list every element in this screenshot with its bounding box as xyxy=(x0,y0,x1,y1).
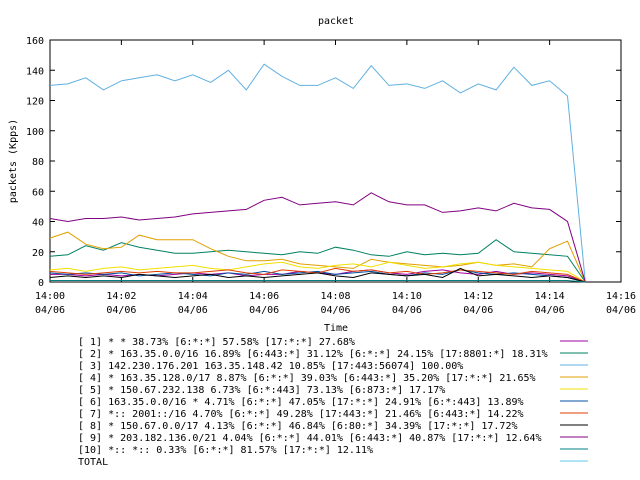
y-tick-label: 80 xyxy=(32,157,44,168)
chart-title: packet xyxy=(318,16,354,27)
x-tick-date-label: 04/06 xyxy=(106,305,136,316)
legend-label: [ 6] 163.35.0.0/16 * 4.71% [6:*:*] 47.05… xyxy=(78,397,524,408)
y-tick-label: 0 xyxy=(38,278,44,289)
legend-label: [ 3] 142.230.176.201 163.35.148.42 10.85… xyxy=(78,361,463,372)
x-tick-label: 14:00 xyxy=(35,291,65,302)
y-tick-label: 20 xyxy=(32,248,44,259)
chart: packet 0 20 40 60 80 100 120 140 160 14:00 04/06 1… xyxy=(8,16,636,468)
x-tick-date-label: 04/06 xyxy=(178,305,208,316)
y-tick-label: 60 xyxy=(32,187,44,198)
legend-label: [ 1] * * 38.73% [6:*:*] 57.58% [17:*:*] … xyxy=(78,337,355,348)
x-tick-date-label: 04/06 xyxy=(535,305,565,316)
x-tick-date-label: 04/06 xyxy=(606,305,636,316)
x-tick-date-label: 04/06 xyxy=(320,305,350,316)
series-layer xyxy=(49,63,586,283)
y-tick-label: 40 xyxy=(32,218,44,229)
x-tick-label: 14:04 xyxy=(178,291,208,302)
legend: [ 1] * * 38.73% [6:*:*] 57.58% [17:*:*] … xyxy=(78,337,588,468)
x-tick-date-label: 04/06 xyxy=(35,305,65,316)
legend-label: [ 8] * 150.67.0.0/17 4.13% [6:*:*] 46.84… xyxy=(78,421,518,432)
y-tick-label: 100 xyxy=(26,127,44,138)
y-tick-label: 160 xyxy=(26,36,44,47)
x-tick-label: 14:14 xyxy=(535,291,565,302)
series-line-3 xyxy=(49,63,586,283)
x-axis-label: Time xyxy=(324,323,348,334)
x-tick-label: 14:06 xyxy=(249,291,279,302)
x-tick-label: 14:08 xyxy=(320,291,350,302)
x-tick-date-label: 04/06 xyxy=(392,305,422,316)
legend-label: [ 7] *:: 2001::/16 4.70% [6:*:*] 49.28% … xyxy=(78,409,524,420)
x-tick-label: 14:02 xyxy=(106,291,136,302)
x-tick-date-label: 04/06 xyxy=(463,305,493,316)
x-tick-label: 14:16 xyxy=(606,291,636,302)
x-tick-label: 14:10 xyxy=(392,291,422,302)
y-tick-label: 140 xyxy=(26,66,44,77)
legend-label: [ 2] * 163.35.0.0/16 16.89% [6:443:*] 31… xyxy=(78,349,548,360)
legend-label: TOTAL xyxy=(78,457,108,468)
x-tick-date-label: 04/06 xyxy=(249,305,279,316)
legend-label: [ 4] * 163.35.128.0/17 8.87% [6:*:*] 39.… xyxy=(78,373,536,384)
y-tick-label: 120 xyxy=(26,97,44,108)
legend-label: [ 9] * 203.182.136.0/21 4.04% [6:*:*] 44… xyxy=(78,433,542,444)
legend-label: [10] *:: *:: 0.33% [6:*:*] 81.57% [17:*:… xyxy=(78,445,373,456)
x-tick-label: 14:12 xyxy=(463,291,493,302)
legend-label: [ 5] * 150.67.232.138 6.73% [6:*:443] 73… xyxy=(78,385,445,396)
plot-frame xyxy=(49,39,622,283)
y-axis-label: packets (Kpps) xyxy=(8,119,19,203)
